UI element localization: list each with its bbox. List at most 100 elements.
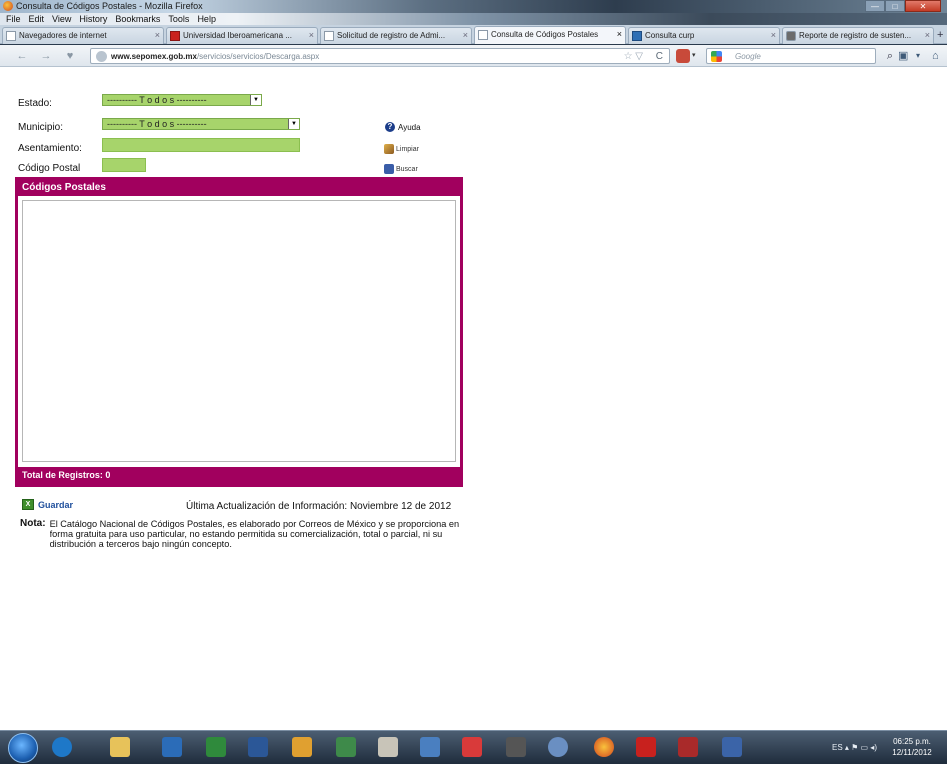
visio-app-icon[interactable]	[722, 737, 742, 757]
municipio-value: ---------- T o d o s ----------	[107, 119, 207, 129]
star-icon[interactable]: ☆ ▽	[624, 49, 643, 64]
minimize-button[interactable]: —	[865, 0, 885, 12]
downloads-dropdown-icon[interactable]: ▾	[916, 48, 920, 64]
tab-strip: Navegadores de internet × Universidad Ib…	[0, 25, 947, 44]
url-bar[interactable]: www.sepomex.gob.mx/servicios/servicios/D…	[90, 48, 670, 64]
clear-button[interactable]: Limpiar	[384, 144, 419, 154]
bookmark-favicon-icon[interactable]: ♥	[62, 48, 78, 64]
menu-edit[interactable]: Edit	[29, 13, 45, 25]
note-text: El Catálogo Nacional de Códigos Postales…	[49, 519, 460, 549]
tab-consulta-cp[interactable]: Consulta de Códigos Postales ×	[474, 26, 626, 44]
note-key: Nota:	[20, 518, 46, 529]
outlook-app-icon[interactable]	[292, 737, 312, 757]
tab-consulta-curp[interactable]: Consulta curp ×	[628, 27, 780, 44]
municipio-label: Municipio:	[18, 122, 64, 133]
cp-label: Código Postal	[18, 163, 81, 174]
firefox-window: Consulta de Códigos Postales - Mozilla F…	[0, 0, 947, 764]
word-app-icon[interactable]	[248, 737, 268, 757]
window-title: Consulta de Códigos Postales - Mozilla F…	[16, 1, 203, 11]
language-indicator[interactable]: ES	[832, 743, 843, 752]
tab-navegadores[interactable]: Navegadores de internet ×	[2, 27, 164, 44]
title-bar: Consulta de Códigos Postales - Mozilla F…	[0, 0, 947, 13]
help-link[interactable]: ? Ayuda	[385, 122, 421, 132]
tab-label: Solicitud de registro de Admi...	[337, 31, 446, 40]
pdf-reader-icon[interactable]	[636, 737, 656, 757]
search-bar[interactable]: Google ⌕	[706, 48, 893, 64]
binoculars-icon	[384, 164, 394, 174]
results-list[interactable]	[22, 200, 456, 462]
estado-value: ---------- T o d o s ----------	[107, 95, 207, 105]
acrobat-app-icon[interactable]	[462, 737, 482, 757]
media-player-icon[interactable]	[162, 737, 182, 757]
asentamiento-input[interactable]	[102, 138, 300, 152]
maximize-button[interactable]: □	[885, 0, 905, 12]
estado-select[interactable]: ---------- T o d o s ---------- ▼	[102, 94, 262, 106]
close-tab-icon[interactable]: ×	[309, 28, 314, 43]
back-arrow-icon[interactable]: ←	[14, 48, 30, 64]
taskbar: ES ▴ ⚑ ▭ ◂) 06:25 p.m. 12/11/2012	[0, 730, 947, 764]
menu-view[interactable]: View	[52, 13, 71, 25]
search-icon[interactable]: ⌕	[887, 49, 893, 64]
publisher-app-icon[interactable]	[336, 737, 356, 757]
note-block: Nota: El Catálogo Nacional de Códigos Po…	[20, 518, 460, 550]
eraser-icon	[384, 144, 394, 154]
globe-icon	[96, 51, 107, 62]
addon-dropdown-icon[interactable]: ▾	[692, 49, 700, 63]
results-title: Códigos Postales	[18, 180, 460, 196]
clock-date: 12/11/2012	[892, 748, 932, 757]
url-domain: www.sepomex.gob.mx	[111, 52, 197, 61]
tab-label: Consulta curp	[645, 31, 695, 40]
menu-tools[interactable]: Tools	[168, 13, 189, 25]
internet-explorer-icon[interactable]	[52, 737, 72, 757]
clear-label: Limpiar	[396, 145, 419, 153]
total-records: Total de Registros: 0	[18, 467, 460, 484]
tab-ibero[interactable]: Universidad Iberoamericana ... ×	[166, 27, 318, 44]
close-tab-icon[interactable]: ×	[463, 28, 468, 43]
puzzle-icon	[786, 31, 796, 41]
acrobat-pro-icon[interactable]	[678, 737, 698, 757]
new-tab-button[interactable]: +	[937, 28, 947, 43]
tab-label: Consulta de Códigos Postales	[491, 30, 599, 39]
reload-icon[interactable]: C	[656, 49, 663, 64]
menu-file[interactable]: File	[6, 13, 21, 25]
control-panel-icon[interactable]	[548, 737, 568, 757]
blank-page-icon	[324, 31, 334, 41]
municipio-select[interactable]: ---------- T o d o s ---------- ▼	[102, 118, 300, 130]
url-text: www.sepomex.gob.mx/servicios/servicios/D…	[111, 49, 319, 64]
paint-app-icon[interactable]	[420, 737, 440, 757]
tab-label: Navegadores de internet	[19, 31, 107, 40]
close-tab-icon[interactable]: ×	[771, 28, 776, 43]
downloads-icon[interactable]: ▣	[898, 48, 908, 64]
start-button[interactable]	[8, 733, 38, 763]
asentamiento-label: Asentamiento:	[18, 143, 82, 154]
cp-input[interactable]	[102, 158, 146, 172]
menu-help[interactable]: Help	[197, 13, 216, 25]
clock[interactable]: 06:25 p.m. 12/11/2012	[883, 736, 941, 758]
addon-icon[interactable]	[676, 49, 690, 63]
home-icon[interactable]: ⌂	[932, 48, 939, 64]
forward-arrow-icon[interactable]: →	[38, 48, 54, 64]
close-tab-icon[interactable]: ×	[155, 28, 160, 43]
menu-bookmarks[interactable]: Bookmarks	[115, 13, 160, 25]
excel-app-icon[interactable]	[206, 737, 226, 757]
clock-time: 06:25 p.m.	[893, 737, 931, 746]
window-controls: — □ ✕	[865, 0, 941, 13]
tab-reporte[interactable]: Reporte de registro de susten... ×	[782, 27, 934, 44]
ibero-favicon	[170, 31, 180, 41]
firefox-app-icon[interactable]	[594, 737, 614, 757]
utility-app-icon[interactable]	[506, 737, 526, 757]
menu-bar: File Edit View History Bookmarks Tools H…	[0, 13, 947, 25]
search-button[interactable]: Buscar	[384, 164, 418, 174]
close-button[interactable]: ✕	[905, 0, 941, 12]
tab-solicitud[interactable]: Solicitud de registro de Admi... ×	[320, 27, 472, 44]
chevron-down-icon: ▼	[288, 119, 299, 129]
save-button[interactable]: X Guardar	[22, 499, 73, 510]
menu-history[interactable]: History	[79, 13, 107, 25]
close-tab-icon[interactable]: ×	[617, 27, 622, 42]
close-tab-icon[interactable]: ×	[925, 28, 930, 43]
system-tray[interactable]: ES ▴ ⚑ ▭ ◂)	[832, 743, 877, 752]
google-icon	[711, 51, 722, 62]
pen-tool-icon[interactable]	[378, 737, 398, 757]
folder-icon[interactable]	[110, 737, 130, 757]
tab-label: Universidad Iberoamericana ...	[183, 31, 292, 40]
